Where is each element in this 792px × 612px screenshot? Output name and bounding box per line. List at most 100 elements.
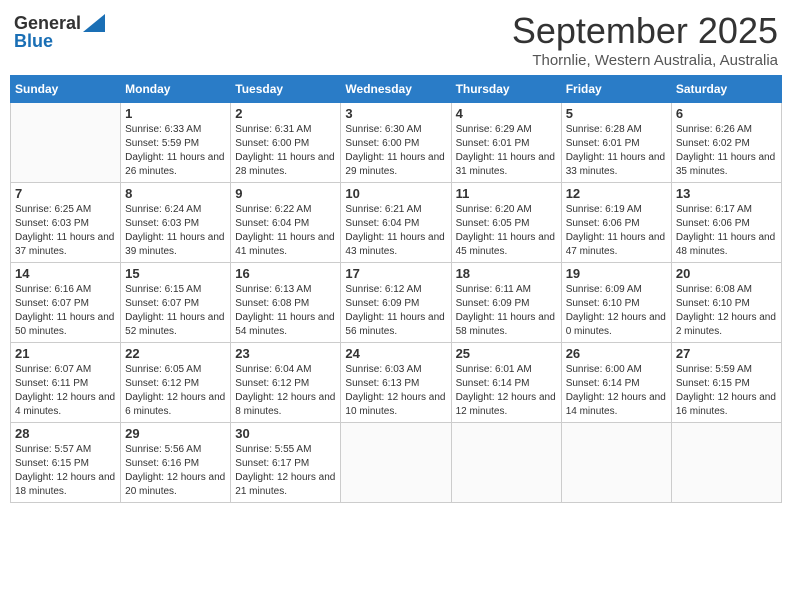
title-block: September 2025 Thornlie, Western Austral… bbox=[512, 10, 778, 69]
table-row: 24 Sunrise: 6:03 AMSunset: 6:13 PMDaylig… bbox=[341, 343, 451, 423]
day-info: Sunrise: 6:28 AMSunset: 6:01 PMDaylight:… bbox=[566, 123, 667, 179]
day-number: 28 bbox=[15, 426, 116, 441]
table-row: 22 Sunrise: 6:05 AMSunset: 6:12 PMDaylig… bbox=[121, 343, 231, 423]
day-info: Sunrise: 6:19 AMSunset: 6:06 PMDaylight:… bbox=[566, 203, 667, 259]
day-number: 6 bbox=[676, 106, 777, 121]
table-row: 8 Sunrise: 6:24 AMSunset: 6:03 PMDayligh… bbox=[121, 183, 231, 263]
day-number: 7 bbox=[15, 186, 116, 201]
day-number: 15 bbox=[125, 266, 226, 281]
day-info: Sunrise: 6:25 AMSunset: 6:03 PMDaylight:… bbox=[15, 203, 116, 259]
table-row: 12 Sunrise: 6:19 AMSunset: 6:06 PMDaylig… bbox=[561, 183, 671, 263]
table-row: 20 Sunrise: 6:08 AMSunset: 6:10 PMDaylig… bbox=[671, 263, 781, 343]
day-info: Sunrise: 6:22 AMSunset: 6:04 PMDaylight:… bbox=[235, 203, 336, 259]
table-row: 15 Sunrise: 6:15 AMSunset: 6:07 PMDaylig… bbox=[121, 263, 231, 343]
table-row: 23 Sunrise: 6:04 AMSunset: 6:12 PMDaylig… bbox=[231, 343, 341, 423]
month-title: September 2025 bbox=[512, 10, 778, 52]
day-info: Sunrise: 6:08 AMSunset: 6:10 PMDaylight:… bbox=[676, 283, 777, 339]
header-monday: Monday bbox=[121, 76, 231, 103]
page-header: General Blue September 2025 Thornlie, We… bbox=[10, 10, 782, 69]
day-number: 12 bbox=[566, 186, 667, 201]
table-row: 21 Sunrise: 6:07 AMSunset: 6:11 PMDaylig… bbox=[11, 343, 121, 423]
day-number: 2 bbox=[235, 106, 336, 121]
day-number: 3 bbox=[345, 106, 446, 121]
table-row: 25 Sunrise: 6:01 AMSunset: 6:14 PMDaylig… bbox=[451, 343, 561, 423]
logo: General Blue bbox=[14, 14, 105, 50]
day-info: Sunrise: 6:29 AMSunset: 6:01 PMDaylight:… bbox=[456, 123, 557, 179]
day-info: Sunrise: 6:26 AMSunset: 6:02 PMDaylight:… bbox=[676, 123, 777, 179]
calendar-table: Sunday Monday Tuesday Wednesday Thursday… bbox=[10, 75, 782, 503]
table-row: 27 Sunrise: 5:59 AMSunset: 6:15 PMDaylig… bbox=[671, 343, 781, 423]
day-info: Sunrise: 6:20 AMSunset: 6:05 PMDaylight:… bbox=[456, 203, 557, 259]
table-row bbox=[451, 423, 561, 503]
header-saturday: Saturday bbox=[671, 76, 781, 103]
day-info: Sunrise: 6:07 AMSunset: 6:11 PMDaylight:… bbox=[15, 363, 116, 419]
day-number: 10 bbox=[345, 186, 446, 201]
table-row bbox=[561, 423, 671, 503]
day-number: 20 bbox=[676, 266, 777, 281]
day-number: 4 bbox=[456, 106, 557, 121]
header-thursday: Thursday bbox=[451, 76, 561, 103]
day-number: 21 bbox=[15, 346, 116, 361]
day-number: 24 bbox=[345, 346, 446, 361]
day-info: Sunrise: 5:59 AMSunset: 6:15 PMDaylight:… bbox=[676, 363, 777, 419]
table-row: 2 Sunrise: 6:31 AMSunset: 6:00 PMDayligh… bbox=[231, 103, 341, 183]
logo-general-text: General bbox=[14, 14, 81, 32]
table-row: 28 Sunrise: 5:57 AMSunset: 6:15 PMDaylig… bbox=[11, 423, 121, 503]
table-row: 26 Sunrise: 6:00 AMSunset: 6:14 PMDaylig… bbox=[561, 343, 671, 423]
day-number: 5 bbox=[566, 106, 667, 121]
location-subtitle: Thornlie, Western Australia, Australia bbox=[512, 52, 778, 69]
day-number: 13 bbox=[676, 186, 777, 201]
header-wednesday: Wednesday bbox=[341, 76, 451, 103]
logo-blue-text: Blue bbox=[14, 32, 53, 50]
table-row: 5 Sunrise: 6:28 AMSunset: 6:01 PMDayligh… bbox=[561, 103, 671, 183]
day-info: Sunrise: 5:57 AMSunset: 6:15 PMDaylight:… bbox=[15, 443, 116, 499]
day-info: Sunrise: 6:31 AMSunset: 6:00 PMDaylight:… bbox=[235, 123, 336, 179]
table-row: 16 Sunrise: 6:13 AMSunset: 6:08 PMDaylig… bbox=[231, 263, 341, 343]
day-number: 27 bbox=[676, 346, 777, 361]
day-number: 11 bbox=[456, 186, 557, 201]
day-number: 9 bbox=[235, 186, 336, 201]
day-info: Sunrise: 6:12 AMSunset: 6:09 PMDaylight:… bbox=[345, 283, 446, 339]
day-info: Sunrise: 5:55 AMSunset: 6:17 PMDaylight:… bbox=[235, 443, 336, 499]
table-row: 10 Sunrise: 6:21 AMSunset: 6:04 PMDaylig… bbox=[341, 183, 451, 263]
day-number: 25 bbox=[456, 346, 557, 361]
table-row: 29 Sunrise: 5:56 AMSunset: 6:16 PMDaylig… bbox=[121, 423, 231, 503]
day-info: Sunrise: 6:01 AMSunset: 6:14 PMDaylight:… bbox=[456, 363, 557, 419]
day-number: 1 bbox=[125, 106, 226, 121]
table-row: 6 Sunrise: 6:26 AMSunset: 6:02 PMDayligh… bbox=[671, 103, 781, 183]
header-sunday: Sunday bbox=[11, 76, 121, 103]
header-tuesday: Tuesday bbox=[231, 76, 341, 103]
day-info: Sunrise: 6:21 AMSunset: 6:04 PMDaylight:… bbox=[345, 203, 446, 259]
day-info: Sunrise: 6:17 AMSunset: 6:06 PMDaylight:… bbox=[676, 203, 777, 259]
table-row: 7 Sunrise: 6:25 AMSunset: 6:03 PMDayligh… bbox=[11, 183, 121, 263]
day-info: Sunrise: 6:24 AMSunset: 6:03 PMDaylight:… bbox=[125, 203, 226, 259]
table-row: 19 Sunrise: 6:09 AMSunset: 6:10 PMDaylig… bbox=[561, 263, 671, 343]
day-info: Sunrise: 6:30 AMSunset: 6:00 PMDaylight:… bbox=[345, 123, 446, 179]
calendar-header-row: Sunday Monday Tuesday Wednesday Thursday… bbox=[11, 76, 782, 103]
day-info: Sunrise: 5:56 AMSunset: 6:16 PMDaylight:… bbox=[125, 443, 226, 499]
day-number: 29 bbox=[125, 426, 226, 441]
day-number: 18 bbox=[456, 266, 557, 281]
table-row: 30 Sunrise: 5:55 AMSunset: 6:17 PMDaylig… bbox=[231, 423, 341, 503]
header-friday: Friday bbox=[561, 76, 671, 103]
day-number: 16 bbox=[235, 266, 336, 281]
table-row: 4 Sunrise: 6:29 AMSunset: 6:01 PMDayligh… bbox=[451, 103, 561, 183]
day-info: Sunrise: 6:03 AMSunset: 6:13 PMDaylight:… bbox=[345, 363, 446, 419]
day-number: 30 bbox=[235, 426, 336, 441]
table-row bbox=[671, 423, 781, 503]
day-number: 19 bbox=[566, 266, 667, 281]
day-number: 14 bbox=[15, 266, 116, 281]
day-info: Sunrise: 6:04 AMSunset: 6:12 PMDaylight:… bbox=[235, 363, 336, 419]
day-number: 26 bbox=[566, 346, 667, 361]
day-number: 22 bbox=[125, 346, 226, 361]
table-row: 11 Sunrise: 6:20 AMSunset: 6:05 PMDaylig… bbox=[451, 183, 561, 263]
table-row bbox=[11, 103, 121, 183]
day-info: Sunrise: 6:33 AMSunset: 5:59 PMDaylight:… bbox=[125, 123, 226, 179]
table-row: 13 Sunrise: 6:17 AMSunset: 6:06 PMDaylig… bbox=[671, 183, 781, 263]
day-info: Sunrise: 6:00 AMSunset: 6:14 PMDaylight:… bbox=[566, 363, 667, 419]
day-number: 8 bbox=[125, 186, 226, 201]
table-row: 1 Sunrise: 6:33 AMSunset: 5:59 PMDayligh… bbox=[121, 103, 231, 183]
logo-icon bbox=[83, 14, 105, 32]
table-row: 17 Sunrise: 6:12 AMSunset: 6:09 PMDaylig… bbox=[341, 263, 451, 343]
day-number: 23 bbox=[235, 346, 336, 361]
